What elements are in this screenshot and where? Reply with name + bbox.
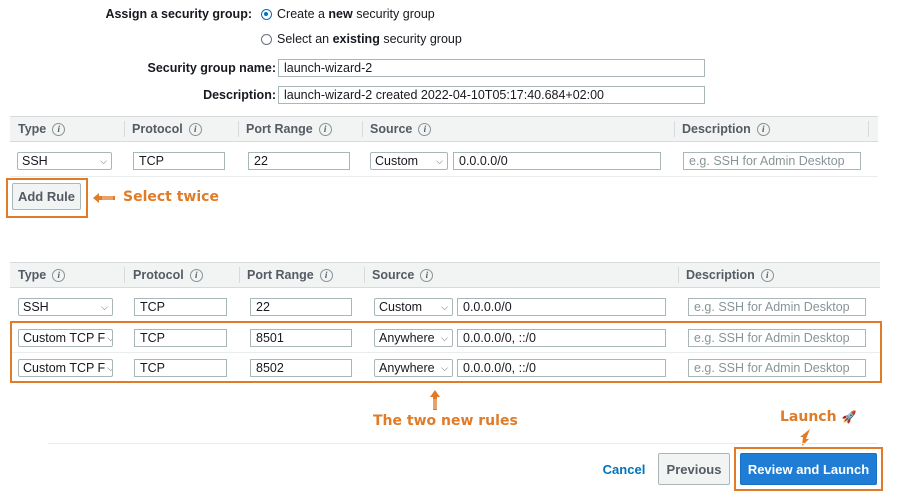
add-rule-button[interactable]: Add Rule xyxy=(12,183,81,210)
radio-select-existing-label: Select an existing security group xyxy=(277,32,462,46)
header-protocol: Protocol i xyxy=(132,117,208,141)
source-input[interactable] xyxy=(457,298,666,316)
protocol-input[interactable] xyxy=(134,359,227,377)
radio-icon[interactable] xyxy=(261,8,272,20)
radio-icon[interactable] xyxy=(261,33,272,45)
security-group-name-input[interactable] xyxy=(278,59,705,77)
arrow-down-icon xyxy=(800,429,810,446)
caret-down-icon: ⌵ xyxy=(441,302,448,312)
description-row-input[interactable] xyxy=(683,152,861,170)
protocol-input[interactable] xyxy=(133,152,225,170)
source-input[interactable] xyxy=(457,359,666,377)
radio-select-existing[interactable]: Select an existing security group xyxy=(261,32,462,46)
description-row-input[interactable] xyxy=(688,359,866,377)
info-icon[interactable]: i xyxy=(760,268,774,282)
info-icon[interactable]: i xyxy=(319,268,333,282)
type-select[interactable]: Custom TCP F⌵ xyxy=(18,329,113,347)
caret-down-icon: ⌵ xyxy=(441,363,448,373)
source-type-select[interactable]: Custom ⌵ xyxy=(370,152,448,170)
rules-table-header-2: Type i Protocol i Port Range i Source i Desc… xyxy=(10,262,880,288)
header-port-range: Port Range i xyxy=(246,117,338,141)
launch-annotation: Launch 🚀 xyxy=(780,409,857,425)
port-range-input[interactable] xyxy=(250,298,352,316)
radio-create-new-label: Create a new security group xyxy=(277,7,435,21)
header-protocol: Protocol i xyxy=(133,263,209,287)
header-port-range: Port Range i xyxy=(247,263,339,287)
header-source: Source i xyxy=(372,263,439,287)
description-row-input[interactable] xyxy=(688,298,866,316)
port-range-input[interactable] xyxy=(250,359,352,377)
header-description: Description i xyxy=(682,117,776,141)
type-select[interactable]: Custom TCP F⌵ xyxy=(18,359,113,377)
header-type: Type i xyxy=(18,263,71,287)
port-range-input[interactable] xyxy=(248,152,350,170)
caret-down-icon: ⌵ xyxy=(107,360,112,376)
source-type-select[interactable]: Custom ⌵ xyxy=(374,298,453,316)
source-type-select[interactable]: Anywhere ⌵ xyxy=(374,329,453,347)
previous-button[interactable]: Previous xyxy=(658,453,730,485)
new-rules-annotation: The two new rules xyxy=(373,413,518,429)
caret-down-icon: ⌵ xyxy=(101,302,108,312)
source-input[interactable] xyxy=(457,329,666,347)
arrow-up-icon xyxy=(430,390,440,410)
info-icon[interactable]: i xyxy=(52,122,66,136)
info-icon[interactable]: i xyxy=(52,268,66,282)
description-input[interactable] xyxy=(278,86,705,104)
info-icon[interactable]: i xyxy=(188,122,202,136)
type-select[interactable]: SSH ⌵ xyxy=(18,298,113,316)
cancel-button[interactable]: Cancel xyxy=(598,456,650,483)
description-label: Description: xyxy=(203,88,276,102)
caret-down-icon: ⌵ xyxy=(436,156,443,166)
type-select[interactable]: SSH ⌵ xyxy=(17,152,112,170)
review-and-launch-button[interactable]: Review and Launch xyxy=(740,453,877,485)
radio-create-new[interactable]: Create a new security group xyxy=(261,7,435,21)
caret-down-icon: ⌵ xyxy=(441,333,448,343)
header-source: Source i xyxy=(370,117,437,141)
header-description: Description i xyxy=(686,263,780,287)
source-type-select[interactable]: Anywhere ⌵ xyxy=(374,359,453,377)
select-twice-annotation: Select twice xyxy=(123,189,219,205)
arrow-left-icon xyxy=(93,193,115,203)
rocket-icon: 🚀 xyxy=(841,410,857,424)
info-icon[interactable]: i xyxy=(756,122,770,136)
caret-down-icon: ⌵ xyxy=(107,330,112,346)
protocol-input[interactable] xyxy=(134,329,227,347)
assign-security-group-label: Assign a security group: xyxy=(105,7,252,21)
source-input[interactable] xyxy=(453,152,661,170)
caret-down-icon: ⌵ xyxy=(100,156,107,166)
port-range-input[interactable] xyxy=(250,329,352,347)
info-icon[interactable]: i xyxy=(189,268,203,282)
header-type: Type i xyxy=(18,117,71,141)
description-row-input[interactable] xyxy=(688,329,866,347)
info-icon[interactable]: i xyxy=(420,268,434,282)
security-group-name-label: Security group name: xyxy=(147,61,277,75)
info-icon[interactable]: i xyxy=(318,122,332,136)
protocol-input[interactable] xyxy=(134,298,227,316)
rules-table-header: Type i Protocol i Port Range i Source i Desc… xyxy=(10,116,878,142)
info-icon[interactable]: i xyxy=(418,122,432,136)
